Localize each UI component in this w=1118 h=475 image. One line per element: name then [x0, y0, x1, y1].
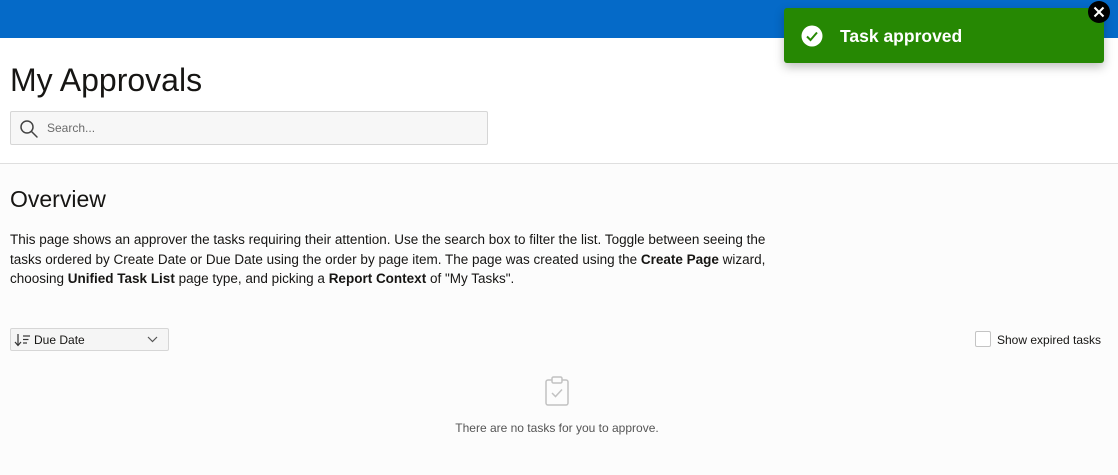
sort-descending-icon	[14, 334, 30, 347]
sort-order-select[interactable]: Due Date	[10, 328, 169, 351]
close-icon	[1093, 6, 1105, 18]
overview-heading: Overview	[10, 186, 106, 212]
show-expired-checkbox[interactable]	[975, 331, 991, 347]
overview-text-part: page type, and picking a	[174, 271, 329, 286]
overview-description: This page shows an approver the tasks re…	[10, 230, 770, 289]
search-field[interactable]	[10, 111, 488, 145]
success-toast: Task approved	[784, 8, 1104, 63]
overview-bold-unified-task-list: Unified Task List	[67, 271, 175, 286]
overview-bold-create-page: Create Page	[640, 251, 719, 267]
sort-selected-value: Due Date	[34, 333, 85, 347]
overview-bold-report-context: Report Context	[328, 271, 427, 286]
toast-message: Task approved	[840, 26, 963, 46]
check-circle-icon	[801, 25, 823, 47]
search-icon	[20, 120, 38, 138]
chevron-down-icon	[147, 336, 158, 343]
search-input[interactable]	[47, 112, 477, 144]
empty-state-message: There are no tasks for you to approve.	[455, 421, 659, 435]
show-expired-label: Show expired tasks	[997, 333, 1102, 347]
page-title: My Approvals	[10, 62, 203, 98]
toast-close-button[interactable]	[1088, 1, 1110, 23]
clipboard-check-icon	[545, 376, 569, 406]
overview-text-part: of "My Tasks".	[426, 271, 515, 286]
